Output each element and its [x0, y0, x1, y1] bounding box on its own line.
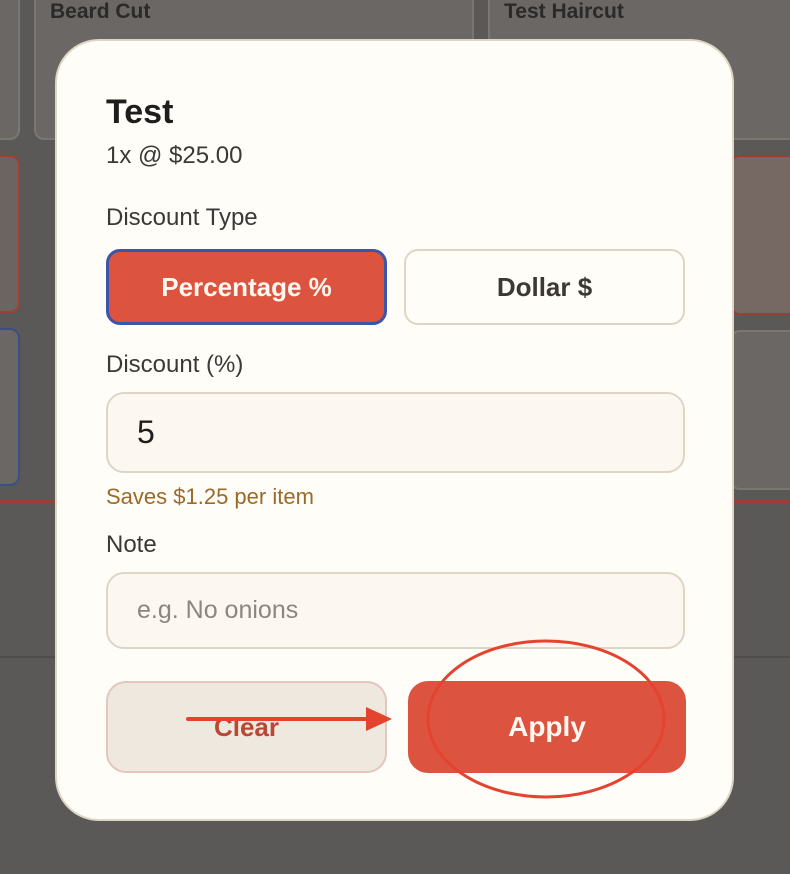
clear-button[interactable]: Clear	[106, 681, 387, 773]
bg-card-right-2	[730, 155, 790, 315]
bg-card-left-3	[0, 328, 20, 486]
dollar-option-button[interactable]: Dollar $	[404, 249, 685, 325]
bg-card-left-2	[0, 155, 20, 313]
discount-input[interactable]: 5	[106, 392, 685, 473]
dialog-title: Test	[106, 93, 174, 131]
bg-card-title: Beard Cut	[50, 0, 151, 23]
note-input-placeholder: e.g. No onions	[137, 596, 299, 624]
discount-label: Discount (%)	[106, 351, 244, 378]
note-input[interactable]: e.g. No onions	[106, 572, 685, 649]
bg-card-left-1	[0, 0, 20, 140]
discount-type-label: Discount Type	[106, 204, 258, 231]
discount-input-value: 5	[137, 414, 155, 450]
item-qty-price: 1x @ $25.00	[106, 142, 243, 169]
bg-card-right-3	[730, 330, 790, 490]
note-label: Note	[106, 531, 157, 558]
item-discount-dialog: Test 1x @ $25.00 Discount Type Percentag…	[55, 39, 734, 821]
savings-hint: Saves $1.25 per item	[106, 484, 314, 509]
percentage-option-button[interactable]: Percentage %	[106, 249, 387, 325]
apply-button[interactable]: Apply	[408, 681, 686, 773]
bg-card-title: Test Haircut	[504, 0, 624, 23]
